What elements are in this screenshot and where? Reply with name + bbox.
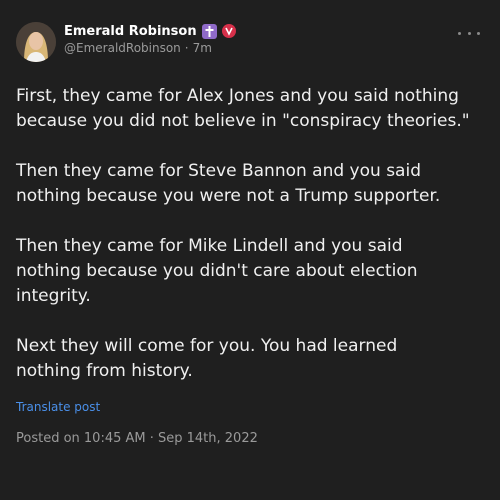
post-card: Emerald Robinson @EmeraldRobinson · 7m F… bbox=[0, 0, 500, 500]
meta-separator: · bbox=[184, 41, 189, 55]
author-info: Emerald Robinson @EmeraldRobinson · 7m bbox=[64, 22, 236, 56]
author-name-row: Emerald Robinson bbox=[64, 22, 236, 40]
verified-badge-icon bbox=[221, 24, 236, 38]
post-paragraph: Then they came for Mike Lindell and you … bbox=[16, 236, 418, 306]
cross-icon bbox=[201, 23, 217, 39]
post-paragraph: Then they came for Steve Bannon and you … bbox=[16, 161, 441, 206]
post-header: Emerald Robinson @EmeraldRobinson · 7m bbox=[16, 18, 484, 62]
post-body: First, they came for Alex Jones and you … bbox=[16, 84, 484, 384]
post-time-ago[interactable]: 7m bbox=[193, 41, 212, 55]
more-options-icon[interactable] bbox=[458, 26, 480, 40]
post-paragraph: First, they came for Alex Jones and you … bbox=[16, 86, 470, 131]
post-paragraph: Next they will come for you. You had lea… bbox=[16, 336, 398, 381]
translate-post-link[interactable]: Translate post bbox=[16, 400, 100, 414]
avatar-image bbox=[16, 22, 56, 62]
author-handle[interactable]: @EmeraldRobinson bbox=[64, 41, 181, 55]
post-timestamp: Posted on 10:45 AM · Sep 14th, 2022 bbox=[16, 431, 258, 446]
author-meta: @EmeraldRobinson · 7m bbox=[64, 40, 236, 56]
author-name[interactable]: Emerald Robinson bbox=[64, 24, 197, 39]
avatar[interactable] bbox=[16, 22, 56, 62]
